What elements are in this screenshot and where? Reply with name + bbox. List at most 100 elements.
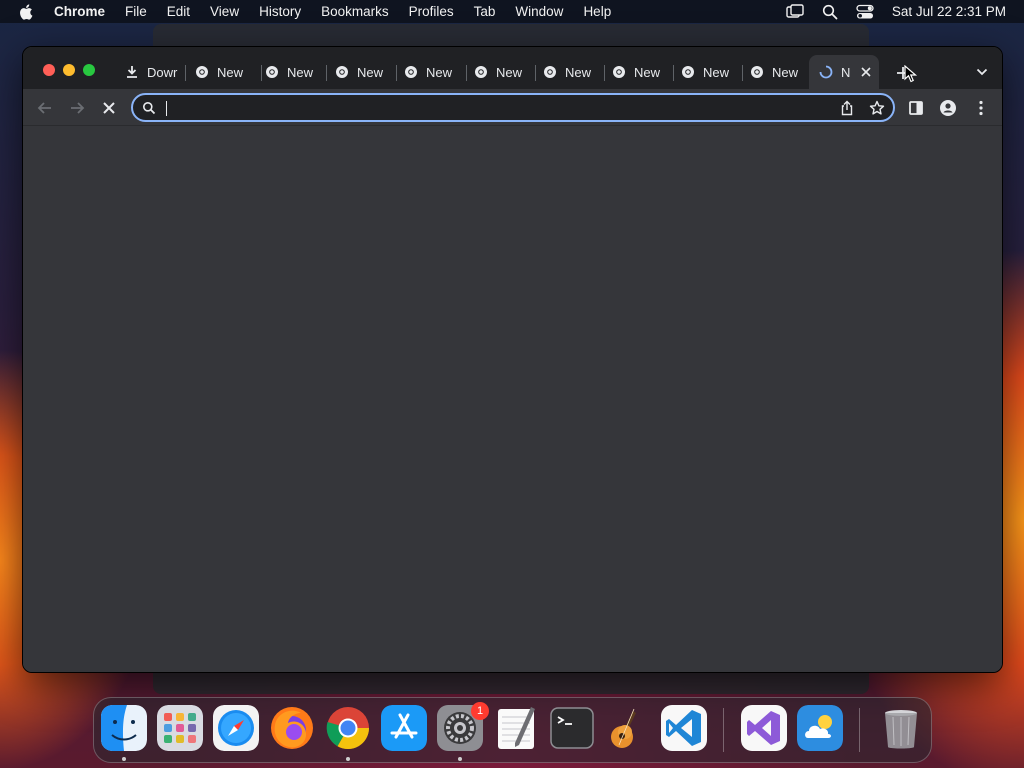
menu-bar-clock[interactable]: Sat Jul 22 2:31 PM <box>892 4 1006 19</box>
close-tab-icon[interactable] <box>860 66 872 78</box>
chrome-icon <box>751 66 763 78</box>
textedit-icon[interactable] <box>493 705 539 751</box>
tab-label: New <box>287 64 314 80</box>
tab-new-6[interactable]: New <box>543 57 603 87</box>
kebab-menu-icon[interactable] <box>972 99 990 117</box>
browser-toolbar <box>23 89 1002 126</box>
close-window-button[interactable] <box>43 64 55 76</box>
launchpad-icon[interactable] <box>157 705 203 751</box>
tab-new-9[interactable]: New <box>750 57 810 87</box>
tab-downloads[interactable]: Dowr <box>125 57 179 87</box>
search-icon <box>143 101 156 114</box>
back-arrow-icon[interactable] <box>36 99 54 117</box>
mouse-pointer-icon <box>904 65 918 83</box>
tab-new-7[interactable]: New <box>612 57 672 87</box>
menu-view[interactable]: View <box>210 4 239 19</box>
tab-label: New <box>772 64 799 80</box>
address-input[interactable] <box>162 95 839 120</box>
side-panel-icon[interactable] <box>907 99 925 117</box>
menu-edit[interactable]: Edit <box>167 4 190 19</box>
zoom-window-button[interactable] <box>83 64 95 76</box>
menu-profiles[interactable]: Profiles <box>409 4 454 19</box>
tab-new-1[interactable]: New <box>195 57 255 87</box>
chrome-icon <box>682 66 694 78</box>
tab-label: New <box>426 64 453 80</box>
chrome-icon <box>544 66 556 78</box>
download-icon <box>127 66 137 78</box>
terminal-icon[interactable] <box>549 705 595 751</box>
apple-icon[interactable] <box>18 3 36 21</box>
spotlight-search-icon[interactable] <box>822 4 838 20</box>
tab-new-2[interactable]: New <box>265 57 325 87</box>
address-bar[interactable] <box>131 93 895 122</box>
chrome-icon <box>196 66 208 78</box>
chrome-icon[interactable] <box>325 705 371 751</box>
system-settings-app[interactable]: 1 <box>437 702 489 751</box>
tab-separator <box>185 65 186 81</box>
window-controls <box>43 64 95 76</box>
weather-icon[interactable] <box>797 705 843 751</box>
tab-label: New <box>496 64 523 80</box>
tab-new-3[interactable]: New <box>335 57 395 87</box>
profile-avatar-icon[interactable] <box>939 99 957 117</box>
share-icon[interactable] <box>839 100 855 116</box>
visual-studio-icon[interactable] <box>741 705 787 751</box>
minimize-window-button[interactable] <box>63 64 75 76</box>
chrome-icon <box>266 66 278 78</box>
app-store-icon[interactable] <box>381 705 427 751</box>
page-content-area <box>23 127 1002 672</box>
tab-separator <box>326 65 327 81</box>
tab-label: New <box>634 64 661 80</box>
forward-arrow-icon[interactable] <box>68 99 86 117</box>
menu-bar-status-area: Sat Jul 22 2:31 PM <box>786 0 1006 23</box>
tab-new-4[interactable]: New <box>404 57 464 87</box>
menu-history[interactable]: History <box>259 4 301 19</box>
menu-help[interactable]: Help <box>583 4 611 19</box>
tab-label: New <box>565 64 592 80</box>
running-indicator <box>458 757 462 761</box>
menu-bar: Chrome File Edit View History Bookmarks … <box>0 0 1024 23</box>
tab-separator <box>396 65 397 81</box>
chrome-icon <box>336 66 348 78</box>
loading-spinner-icon <box>819 65 833 79</box>
tab-active-loading[interactable]: N <box>809 55 879 89</box>
chrome-window: Dowr New New New New New New New New New… <box>22 46 1003 673</box>
tab-label: New <box>217 64 244 80</box>
trash-icon[interactable] <box>878 705 924 751</box>
vscode-icon[interactable] <box>661 705 707 751</box>
control-center-icon[interactable] <box>856 4 874 20</box>
menu-bookmarks[interactable]: Bookmarks <box>321 4 389 19</box>
chevron-down-icon[interactable] <box>975 65 989 79</box>
chrome-icon <box>613 66 625 78</box>
tab-separator <box>604 65 605 81</box>
tab-strip: Dowr New New New New New New New New New… <box>23 47 1002 89</box>
tab-label: New <box>703 64 730 80</box>
tab-label: Dowr <box>147 64 178 80</box>
notification-badge: 1 <box>471 702 489 720</box>
tab-label: N <box>841 64 851 80</box>
running-indicator <box>122 757 126 761</box>
tab-separator <box>466 65 467 81</box>
safari-icon[interactable] <box>213 705 259 751</box>
tab-separator <box>261 65 262 81</box>
dock: 1 <box>93 697 932 763</box>
firefox-icon[interactable] <box>269 705 315 751</box>
finder-icon[interactable] <box>101 705 147 751</box>
stop-loading-icon[interactable] <box>100 99 118 117</box>
dock-separator <box>859 708 860 752</box>
tab-separator <box>673 65 674 81</box>
tab-new-5[interactable]: New <box>474 57 534 87</box>
menu-app-chrome[interactable]: Chrome <box>54 4 105 19</box>
bookmark-star-icon[interactable] <box>869 100 885 116</box>
tab-new-8[interactable]: New <box>681 57 741 87</box>
menu-file[interactable]: File <box>125 4 147 19</box>
text-caret <box>166 101 167 116</box>
dock-separator <box>723 708 724 752</box>
menu-window[interactable]: Window <box>515 4 563 19</box>
tab-separator <box>742 65 743 81</box>
garageband-icon[interactable] <box>605 705 651 751</box>
menu-tab[interactable]: Tab <box>474 4 496 19</box>
screen-mirroring-icon[interactable] <box>786 3 804 20</box>
chrome-icon <box>475 66 487 78</box>
tab-label: New <box>357 64 384 80</box>
